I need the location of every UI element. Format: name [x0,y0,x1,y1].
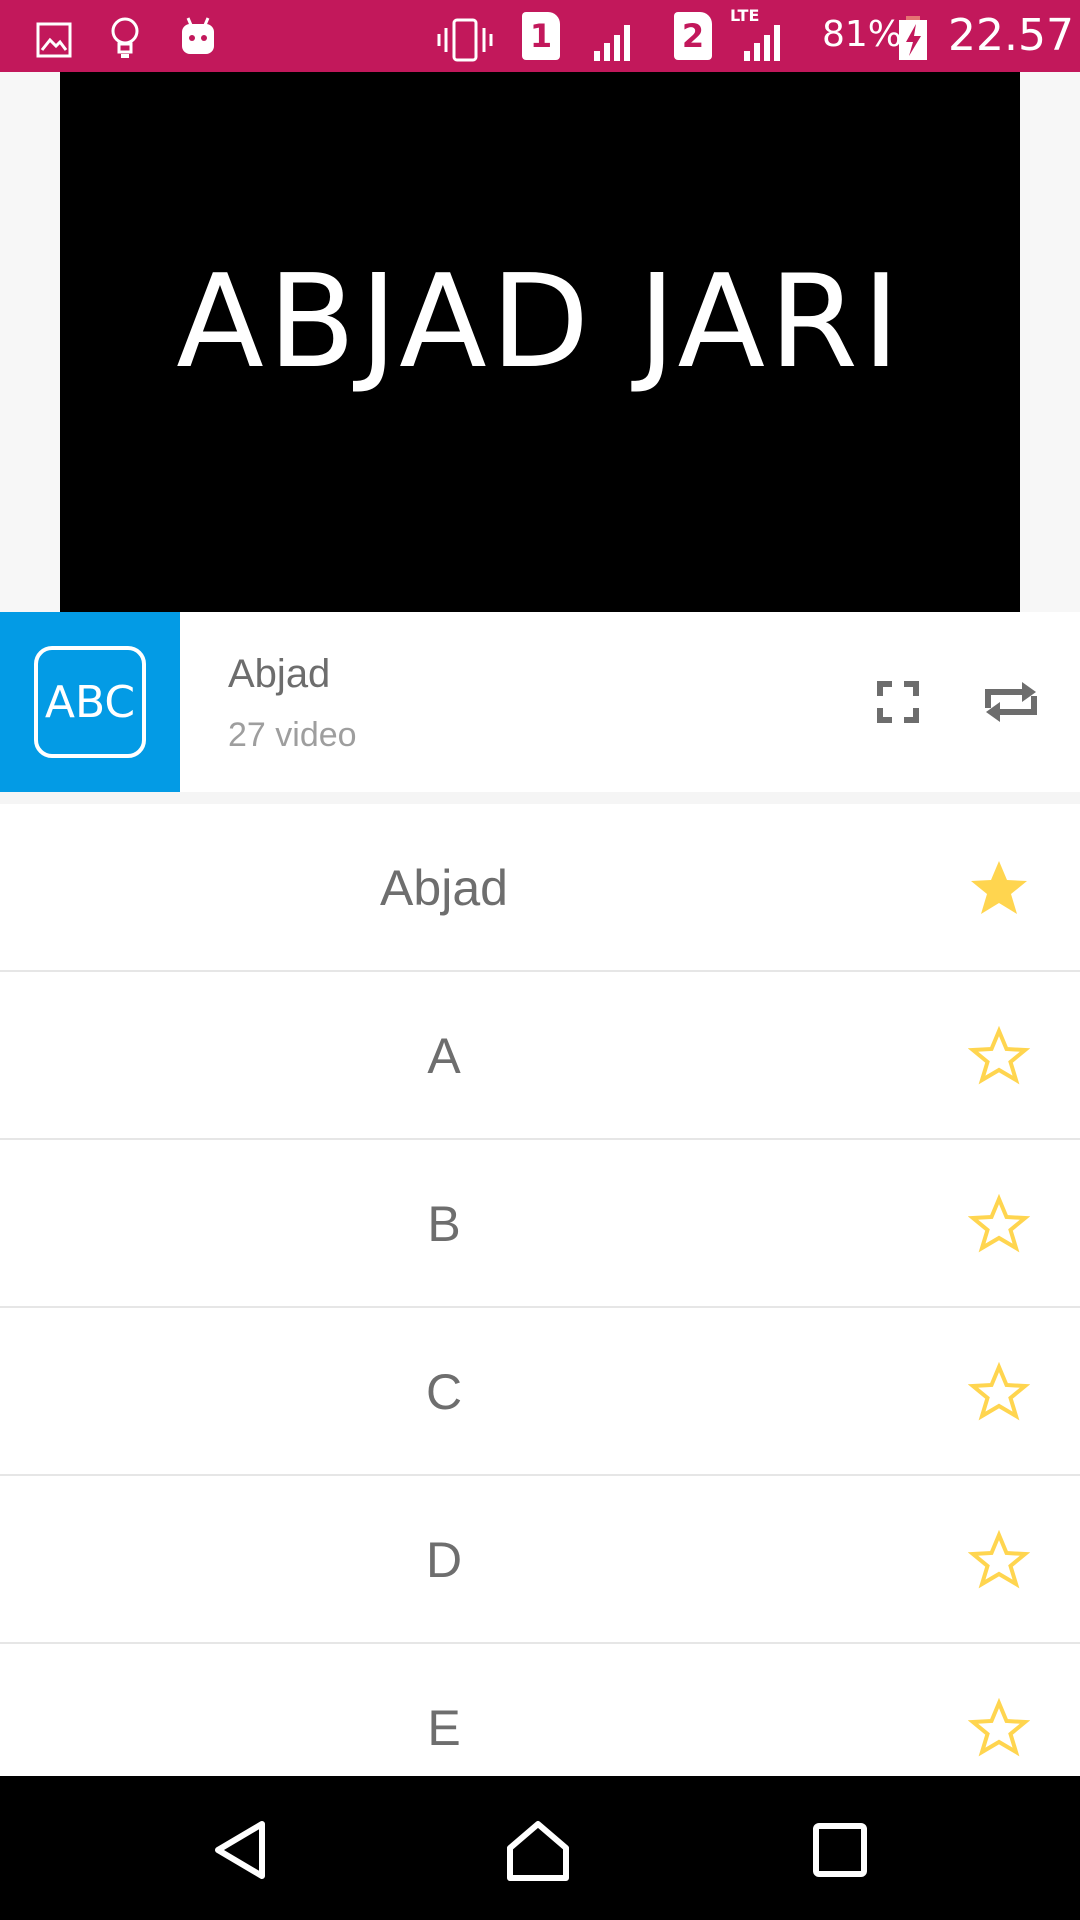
repeat-icon[interactable] [980,672,1042,732]
list-item[interactable]: C [0,1308,1080,1476]
list-item-label: A [427,1028,461,1084]
signal-icon [594,25,630,61]
list-item-label: C [425,1364,463,1420]
playlist-video-count: 27 video [228,716,357,754]
battery-percent: 81% [822,14,903,55]
list-item-label: E [427,1700,461,1756]
star-outline-icon[interactable] [968,1698,1030,1758]
sim1-icon: 1 [522,12,560,60]
list-item[interactable]: A [0,972,1080,1140]
status-bar: 1 2 LTE 81% 22.57 [0,0,1080,72]
vibrate-icon [437,18,493,62]
star-outline-icon[interactable] [968,1194,1030,1254]
clock: 22.57 [948,10,1074,61]
star-outline-icon[interactable] [968,1362,1030,1422]
android-icon [182,17,214,54]
recents-icon[interactable] [808,1818,872,1882]
section-divider [0,792,1080,804]
home-icon[interactable] [506,1818,570,1882]
playlist-header: ABC Abjad 27 video [0,612,1080,792]
video-player[interactable]: ABJAD JARI [60,72,1020,612]
signal-lte-icon [744,25,780,61]
image-icon [36,22,72,58]
video-title-text: ABJAD JARI [176,247,904,397]
video-list: Abjad A B C D E [0,804,1080,1776]
fullscreen-icon[interactable] [868,672,928,732]
battery-charging-icon [899,16,927,60]
list-item[interactable]: B [0,1140,1080,1308]
navigation-bar [0,1776,1080,1920]
list-item[interactable]: D [0,1476,1080,1644]
abc-icon: ABC [34,646,146,758]
list-item-label: Abjad [380,860,508,916]
star-outline-icon[interactable] [968,1530,1030,1590]
star-outline-icon[interactable] [968,1026,1030,1086]
playlist-thumbnail: ABC [0,612,180,792]
sim2-icon: 2 [674,12,712,60]
list-item-label: B [427,1196,461,1252]
star-filled-icon[interactable] [968,858,1030,918]
playlist-title: Abjad [228,652,331,696]
list-item[interactable]: E [0,1644,1080,1776]
lightbulb-icon [111,17,139,58]
list-item-label: D [425,1532,463,1588]
list-item[interactable]: Abjad [0,804,1080,972]
back-icon[interactable] [210,1818,274,1882]
